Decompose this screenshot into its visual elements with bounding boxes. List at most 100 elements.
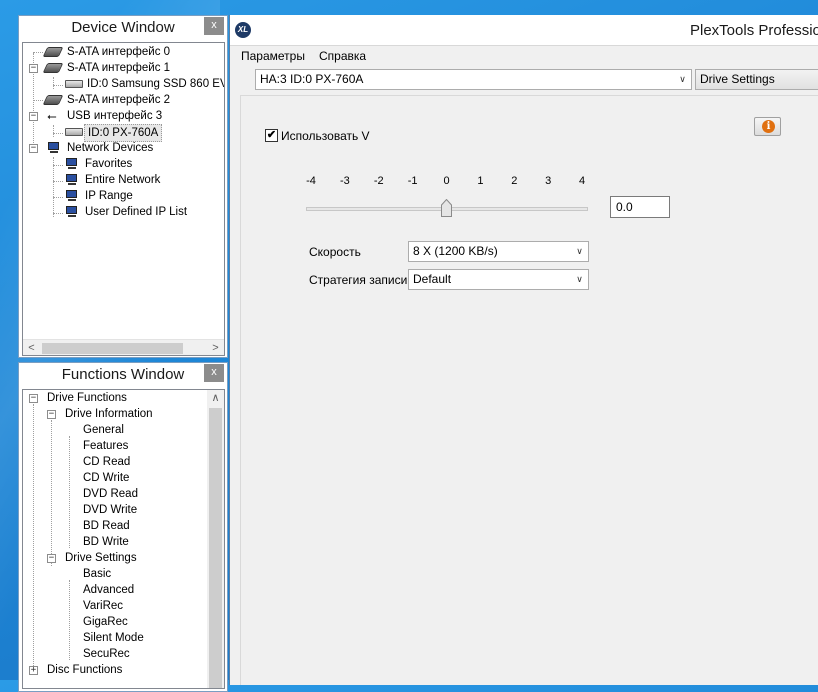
scrollbar-thumb[interactable]	[42, 343, 183, 354]
functions-window-close-button[interactable]: x	[204, 364, 224, 382]
device-tree[interactable]: S-ATA интерфейс 0 − S-ATA интерфейс 1 ID…	[22, 42, 225, 356]
function-item-label: Drive Settings	[65, 552, 137, 564]
offset-value-field[interactable]: 0.0	[610, 196, 670, 218]
scroll-up-icon[interactable]: ∧	[207, 390, 224, 407]
function-item-label: General	[83, 424, 124, 436]
slider-tick-label: 0	[443, 175, 450, 187]
expand-collapse-icon[interactable]: −	[29, 64, 38, 73]
tree-line	[33, 52, 43, 53]
device-window-close-button[interactable]: x	[204, 17, 224, 35]
function-item-gigarec[interactable]: GigaRec	[81, 614, 130, 630]
scroll-left-icon[interactable]: <	[23, 340, 40, 355]
function-item-bd-read[interactable]: BD Read	[81, 518, 132, 534]
menu-bar: Параметры Справка	[230, 45, 818, 66]
function-item-general[interactable]: General	[81, 422, 126, 438]
expand-collapse-icon[interactable]: −	[29, 394, 38, 403]
function-item-features[interactable]: Features	[81, 438, 130, 454]
scrollbar-thumb[interactable]	[209, 408, 222, 688]
functions-tree[interactable]: − Drive Functions − Drive Information Ge…	[22, 389, 225, 689]
function-item-label: Drive Functions	[47, 392, 127, 404]
function-item-drive-functions[interactable]: Drive Functions	[45, 390, 129, 406]
tree-line	[33, 404, 34, 674]
chevron-down-icon: ∨	[576, 246, 583, 256]
expand-collapse-icon[interactable]: −	[29, 144, 38, 153]
plextools-main-window: XL PlexTools Professional Параметры Спра…	[229, 15, 818, 685]
device-window-title: Device Window	[19, 16, 227, 40]
speed-value: 8 X (1200 KB/s)	[413, 244, 498, 258]
function-item-securec[interactable]: SecuRec	[81, 646, 132, 662]
usb-icon: ⭠	[47, 109, 57, 123]
tree-line	[69, 436, 70, 548]
device-item-label: S-ATA интерфейс 2	[67, 94, 171, 106]
tree-line	[53, 181, 63, 182]
expand-collapse-icon[interactable]: −	[47, 554, 56, 563]
scroll-right-icon[interactable]: >	[207, 340, 224, 355]
tree-line	[51, 420, 52, 566]
function-item-basic[interactable]: Basic	[81, 566, 113, 582]
function-item-dvd-read[interactable]: DVD Read	[81, 486, 140, 502]
speed-dropdown[interactable]: 8 X (1200 KB/s) ∨	[408, 241, 589, 262]
function-item-label: CD Read	[83, 456, 131, 468]
tree-line	[53, 213, 63, 214]
slider-tick-label: 3	[545, 175, 552, 187]
tree-line	[33, 100, 43, 101]
tree-line	[53, 197, 63, 198]
function-item-bd-write[interactable]: BD Write	[81, 534, 131, 550]
window-title: PlexTools Professional	[690, 22, 818, 39]
function-item-cd-read[interactable]: CD Read	[81, 454, 132, 470]
function-item-cd-write[interactable]: CD Write	[81, 470, 131, 486]
menu-parameters[interactable]: Параметры	[237, 46, 309, 67]
function-item-dvd-write[interactable]: DVD Write	[81, 502, 139, 518]
function-item-label: Advanced	[83, 584, 135, 596]
device-item-label: Entire Network	[85, 174, 161, 186]
drive-icon	[65, 80, 83, 88]
device-tree-horizontal-scrollbar[interactable]: < >	[23, 339, 224, 355]
function-item-label: Features	[83, 440, 129, 452]
function-item-silent-mode[interactable]: Silent Mode	[81, 630, 146, 646]
function-item-disc-functions[interactable]: Disc Functions	[45, 662, 124, 678]
expand-collapse-icon[interactable]: −	[29, 112, 38, 121]
slider-tick-label: -4	[306, 175, 316, 187]
function-item-label: CD Write	[83, 472, 130, 484]
info-icon: i	[762, 120, 775, 133]
device-item-label: Network Devices	[67, 142, 154, 154]
device-item-label: S-ATA интерфейс 1	[67, 62, 171, 74]
network-computer-icon	[65, 206, 79, 218]
tree-line	[69, 580, 70, 660]
function-item-advanced[interactable]: Advanced	[81, 582, 136, 598]
write-strategy-dropdown[interactable]: Default ∨	[408, 269, 589, 290]
info-button[interactable]: i	[754, 117, 781, 136]
function-item-drive-settings[interactable]: Drive Settings	[63, 550, 139, 566]
slider-tick-label: 2	[511, 175, 518, 187]
function-item-label: Disc Functions	[47, 664, 123, 676]
tree-line	[53, 85, 63, 86]
hard-disk-icon	[42, 95, 64, 105]
functions-window-title: Functions Window	[19, 363, 227, 387]
function-item-varirec[interactable]: VariRec	[81, 598, 125, 614]
use-checkbox[interactable]: ✔	[265, 129, 278, 142]
use-checkbox-label: Использовать V	[281, 129, 370, 143]
functions-window: Functions Window x − Drive Functions − D…	[18, 362, 228, 692]
slider-thumb[interactable]	[441, 199, 452, 217]
expand-collapse-icon[interactable]: +	[29, 666, 38, 675]
chevron-down-icon: ∨	[679, 74, 686, 84]
device-window: Device Window x S-ATA интерфейс 0 − S-AT…	[18, 15, 228, 358]
write-strategy-value: Default	[413, 272, 452, 286]
device-item-label: ID:0 Samsung SSD 860 EVO	[87, 78, 225, 90]
tree-line	[53, 165, 63, 166]
network-computer-icon	[65, 190, 79, 202]
function-item-drive-information[interactable]: Drive Information	[63, 406, 155, 422]
device-item-label: USB интерфейс 3	[67, 110, 163, 122]
slider-tick-label: 1	[477, 175, 484, 187]
slider-tick-label: -1	[407, 175, 418, 187]
device-item-label: IP Range	[85, 190, 133, 202]
title-bar: XL PlexTools Professional	[230, 15, 818, 45]
drive-select-value: HA:3 ID:0 PX-760A	[260, 72, 364, 86]
menu-help[interactable]: Справка	[315, 46, 370, 67]
function-item-label: SecuRec	[83, 648, 130, 660]
drive-select-dropdown[interactable]: HA:3 ID:0 PX-760A ∨	[255, 69, 692, 90]
tree-line	[53, 157, 54, 217]
mode-select-dropdown[interactable]: Drive Settings	[695, 69, 818, 90]
functions-tree-vertical-scrollbar[interactable]: ∧	[207, 390, 224, 688]
expand-collapse-icon[interactable]: −	[47, 410, 56, 419]
